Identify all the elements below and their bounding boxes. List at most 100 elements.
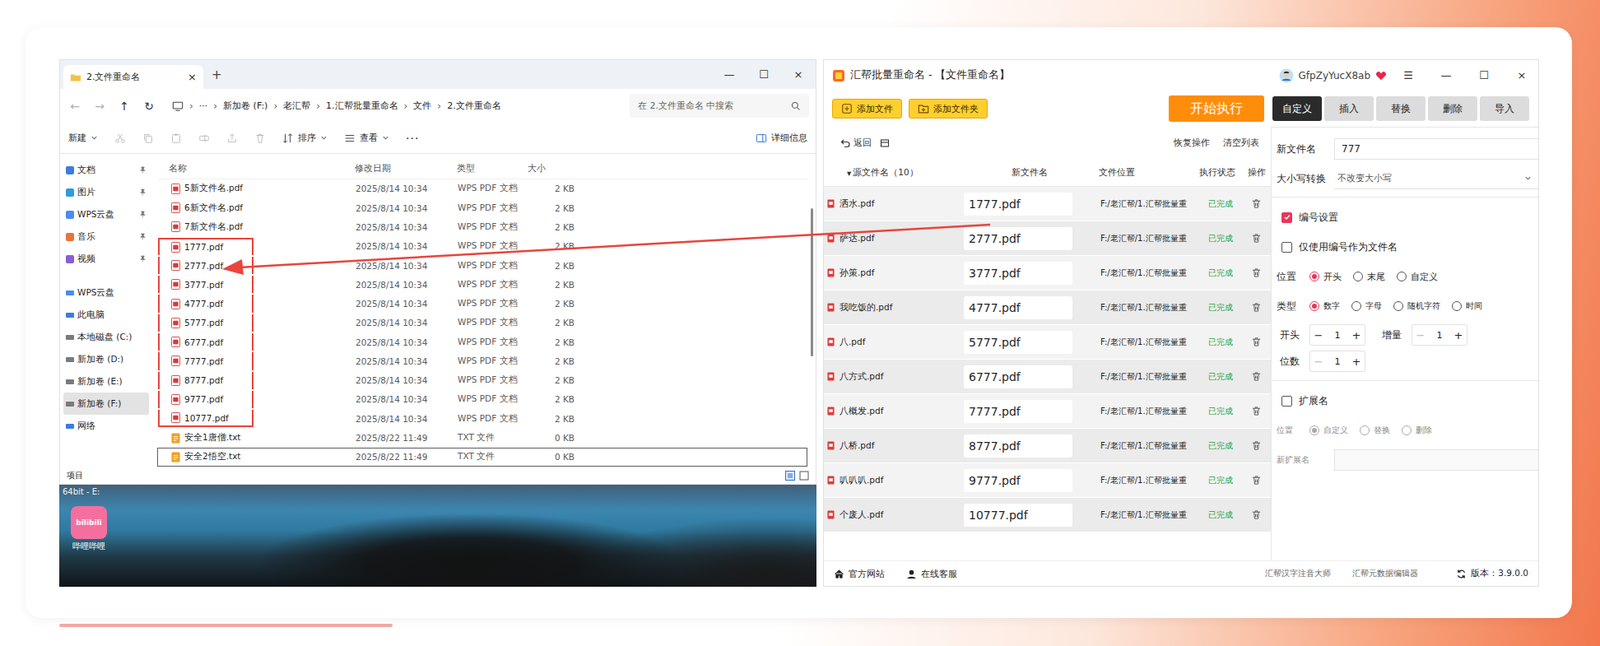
numbering-checkbox[interactable] [1281, 212, 1293, 224]
window-control-button[interactable]: — [1429, 69, 1463, 82]
table-row[interactable]: 我吃饭的.pdf 4777.pdf F:/老汇帮/1.汇帮批量重 已完成 [823, 290, 1271, 326]
trash-icon[interactable] [1251, 474, 1262, 486]
radio-option[interactable]: 自定义 [1396, 270, 1438, 284]
restore-button[interactable]: 恢复操作 [1173, 137, 1210, 149]
table-row[interactable]: 八桥.pdf 8777.pdf F:/老汇帮/1.汇帮批量重 已完成 [823, 428, 1271, 464]
table-row[interactable]: 叭叭叭.pdf 9777.pdf F:/老汇帮/1.汇帮批量重 已完成 [823, 463, 1271, 498]
scrollbar[interactable] [807, 158, 816, 467]
file-row[interactable]: 5777.pdf 2025/8/14 10:34 WPS PDF 文档 2 KB [157, 313, 808, 333]
address-bar[interactable]: › ··· › 新加卷 (F:)› 老汇帮› 1.汇帮批量重命名› 文件› 2.… [163, 93, 625, 118]
search-box[interactable]: 在 2.文件重命名 中搜索 [629, 93, 810, 118]
sidebar-item[interactable]: 图片 [63, 181, 149, 204]
new-name-field[interactable]: 7777.pdf [963, 400, 1073, 424]
tiles-view-icon[interactable] [799, 470, 810, 481]
stepper-value[interactable]: 1 [1326, 356, 1349, 368]
nav-button[interactable]: ↻ [139, 99, 159, 113]
toolbar-button[interactable]: 新建 [68, 131, 98, 145]
delete-icon[interactable] [254, 132, 266, 145]
file-row[interactable]: 安全2悟空.txt 2025/8/22 11:49 TXT 文件 0 KB [157, 447, 808, 467]
radio-option[interactable]: 随机字符 [1393, 300, 1441, 312]
window-control-button[interactable]: — [711, 60, 747, 89]
breadcrumb-item[interactable]: 老汇帮 [283, 99, 311, 112]
product-link[interactable]: 汇帮汉字注音大师 [1265, 567, 1331, 580]
support-link[interactable]: 在线客服 [906, 567, 958, 581]
file-row[interactable]: 3777.pdf 2025/8/14 10:34 WPS PDF 文档 2 KB [157, 274, 808, 294]
nav-button[interactable]: → [89, 99, 110, 113]
new-name-field[interactable]: 5777.pdf [963, 330, 1073, 354]
radio-option[interactable]: 字母 [1351, 300, 1382, 312]
radio-option[interactable]: 删除 [1401, 424, 1433, 437]
trash-icon[interactable] [1251, 198, 1262, 210]
sidebar-item[interactable]: 音乐 [63, 225, 149, 248]
file-row[interactable]: 7777.pdf 2025/8/14 10:34 WPS PDF 文档 2 KB [157, 351, 808, 371]
sidebar-item[interactable]: 新加卷 (F:) [63, 392, 149, 415]
new-name-input[interactable]: 777 [1334, 138, 1539, 160]
file-row[interactable]: 9777.pdf 2025/8/14 10:34 WPS PDF 文档 2 KB [157, 390, 808, 410]
sidebar-item[interactable]: WPS云盘 [63, 203, 149, 226]
table-row[interactable]: 八.pdf 5777.pdf F:/老汇帮/1.汇帮批量重 已完成 [823, 325, 1271, 360]
file-row[interactable]: 6新文件名.pdf 2025/8/14 10:34 WPS PDF 文档 2 K… [157, 198, 808, 218]
product-link[interactable]: 汇帮元数据编辑器 [1352, 567, 1419, 580]
radio-option[interactable]: 替换 [1359, 424, 1391, 437]
new-name-field[interactable]: 8777.pdf [963, 434, 1073, 458]
sidebar-item[interactable]: 此电脑 [63, 303, 149, 326]
file-row[interactable]: 6777.pdf 2025/8/14 10:34 WPS PDF 文档 2 KB [157, 332, 808, 352]
copy-icon[interactable] [142, 132, 154, 145]
table-row[interactable]: 孙策.pdf 3777.pdf F:/老汇帮/1.汇帮批量重 已完成 [823, 255, 1271, 291]
radio-option[interactable]: 末尾 [1353, 270, 1386, 284]
increment-button[interactable]: + [1348, 329, 1365, 342]
table-row[interactable]: 萨达.pdf 2777.pdf F:/老汇帮/1.汇帮批量重 已完成 [823, 221, 1271, 256]
user-name[interactable]: GfpZyYucX8ab [1298, 69, 1371, 82]
nav-button[interactable]: ↑ [114, 99, 135, 113]
add-file-button[interactable]: 添加文件 [832, 98, 903, 119]
trash-icon[interactable] [1251, 509, 1262, 521]
stepper-value[interactable]: 1 [1428, 330, 1451, 341]
file-row[interactable]: 安全1唐僧.txt 2025/8/22 11:49 TXT 文件 0 KB [157, 427, 808, 447]
file-row[interactable]: 10777.pdf 2025/8/14 10:34 WPS PDF 文档 2 K… [157, 409, 808, 428]
file-row[interactable]: 5新文件名.pdf 2025/8/14 10:34 WPS PDF 文档 2 K… [157, 179, 808, 199]
breadcrumb-item[interactable]: 2.文件重命名 [446, 99, 502, 112]
file-row[interactable]: 7新文件名.pdf 2025/8/14 10:34 WPS PDF 文档 2 K… [157, 217, 808, 237]
table-row[interactable]: 八概发.pdf 7777.pdf F:/老汇帮/1.汇帮批量重 已完成 [823, 394, 1271, 429]
file-row[interactable]: 4777.pdf 2025/8/14 10:34 WPS PDF 文档 2 KB [157, 293, 808, 313]
trash-icon[interactable] [1251, 405, 1262, 417]
sidebar-item[interactable]: 文档 [63, 158, 149, 182]
decrement-button[interactable]: − [1310, 329, 1327, 342]
nav-button[interactable]: ← [65, 99, 85, 113]
case-select[interactable]: 不改变大小写 [1334, 167, 1539, 190]
trash-icon[interactable] [1251, 371, 1262, 382]
column-header[interactable]: ▾源文件名（10） [823, 167, 961, 179]
scrollbar-thumb[interactable] [810, 208, 814, 357]
breadcrumb-item[interactable]: 文件 [413, 99, 432, 112]
file-row[interactable]: 2777.pdf 2025/8/14 10:34 WPS PDF 文档 2 KB [157, 255, 808, 275]
website-link[interactable]: 官方网站 [833, 567, 885, 581]
new-extension-input[interactable] [1334, 449, 1539, 471]
trash-icon[interactable] [1251, 302, 1262, 313]
sidebar-item[interactable]: WPS云盘 [63, 281, 149, 304]
version-info[interactable]: 版本：3.9.0.0 [1455, 567, 1529, 580]
table-row[interactable]: 个废人.pdf 10777.pdf F:/老汇帮/1.汇帮批量重 已完成 [823, 497, 1271, 533]
trash-icon[interactable] [1251, 232, 1262, 244]
new-name-field[interactable]: 1777.pdf [963, 192, 1073, 216]
sidebar-item[interactable]: 新加卷 (E:) [63, 370, 149, 393]
decrement-button[interactable]: − [1412, 329, 1429, 342]
table-row[interactable]: 洒水.pdf 1777.pdf F:/老汇帮/1.汇帮批量重 已完成 [823, 186, 1271, 222]
breadcrumb-item[interactable]: 新加卷 (F:) [223, 99, 268, 112]
toolbar-button[interactable]: 查看 [344, 131, 390, 145]
window-control-button[interactable]: × [1505, 69, 1539, 82]
add-folder-button[interactable]: 添加文件夹 [908, 98, 988, 119]
new-name-field[interactable]: 4777.pdf [963, 296, 1073, 320]
share-icon[interactable] [226, 132, 238, 145]
breadcrumb-item[interactable]: 1.汇帮批量重命名 [325, 99, 399, 112]
mode-tab[interactable]: 插入 [1324, 96, 1374, 121]
details-button[interactable]: 详细信息 [755, 131, 808, 145]
increment-button[interactable]: + [1450, 329, 1467, 342]
extension-checkbox[interactable] [1281, 395, 1293, 407]
radio-option[interactable]: 开头 [1309, 270, 1342, 284]
new-name-field[interactable]: 2777.pdf [963, 227, 1073, 251]
toolbar-button[interactable]: 排序 [282, 131, 328, 145]
increment-button[interactable]: + [1348, 355, 1365, 368]
desktop-shortcut[interactable]: bilibili 哔哩哔哩 [64, 506, 114, 553]
paste-icon[interactable] [170, 132, 182, 145]
sidebar-item[interactable]: 新加卷 (D:) [63, 348, 149, 371]
